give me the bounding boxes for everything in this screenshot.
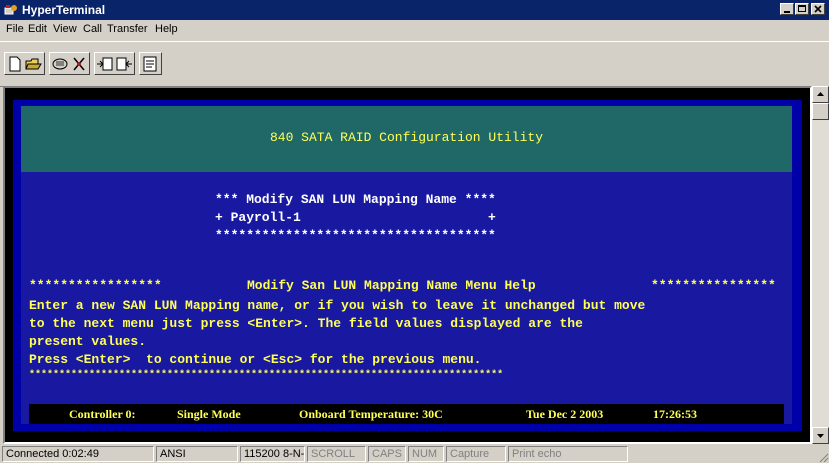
minimize-button[interactable] <box>780 3 794 15</box>
print-echo-indicator: Print echo <box>508 446 628 462</box>
vertical-scrollbar[interactable] <box>812 86 829 444</box>
properties-icon <box>143 56 157 72</box>
num-indicator: NUM <box>408 446 444 462</box>
scroll-indicator: SCROLL <box>307 446 366 462</box>
help-header-right: **************** <box>651 278 776 293</box>
help-line: Enter a new SAN LUN Mapping name, or if … <box>29 298 646 313</box>
send-button[interactable] <box>95 55 115 73</box>
new-button[interactable] <box>5 55 25 73</box>
help-header-left: ***************** <box>29 278 162 293</box>
menu-help[interactable]: Help <box>155 23 178 35</box>
close-button[interactable] <box>811 3 825 15</box>
toolbar-group-transfer <box>94 52 135 75</box>
help-line: to the next menu just press <Enter>. The… <box>29 316 583 331</box>
connect-icon <box>52 58 68 70</box>
minimize-icon <box>784 11 790 13</box>
hyperterminal-icon <box>4 5 17 15</box>
maximize-button[interactable] <box>795 3 809 15</box>
box-bottom-line: ************************************ <box>215 228 496 243</box>
banner-title: 840 SATA RAID Configuration Utility <box>269 130 544 145</box>
scroll-up-button[interactable] <box>812 86 829 103</box>
close-icon <box>814 5 822 13</box>
status-time: 17:26:53 <box>653 407 697 421</box>
toolbar-group-call <box>49 52 90 75</box>
help-separator: ****************************************… <box>29 370 504 381</box>
connect-button[interactable] <box>50 55 70 73</box>
menu-edit[interactable]: Edit <box>28 23 47 35</box>
capture-indicator: Capture <box>446 446 506 462</box>
arrow-up-icon <box>817 92 824 96</box>
controller-label: Controller 0: <box>69 407 136 421</box>
caps-indicator: CAPS <box>368 446 406 462</box>
receive-icon <box>116 57 132 71</box>
help-header-title: Modify San LUN Mapping Name Menu Help <box>247 278 536 293</box>
arrow-down-icon <box>817 434 824 438</box>
terminal-content: 840 SATA RAID Configuration Utility *** … <box>21 106 792 424</box>
scroll-down-button[interactable] <box>812 427 829 444</box>
title-bar: HyperTerminal <box>0 0 829 20</box>
toolbar <box>0 41 829 87</box>
lun-name-field[interactable]: + Payroll-1 + <box>215 210 496 225</box>
resize-grip-icon[interactable] <box>817 451 829 463</box>
controller-status-bar: Controller 0: Single Mode Onboard Temper… <box>29 404 784 424</box>
utility-banner: 840 SATA RAID Configuration Utility <box>21 106 792 172</box>
menu-bar: File Edit View Call Transfer Help <box>0 20 829 40</box>
toolbar-group-properties <box>139 52 162 75</box>
menu-transfer[interactable]: Transfer <box>107 23 148 35</box>
receive-button[interactable] <box>114 55 134 73</box>
terminal-screen[interactable]: 840 SATA RAID Configuration Utility *** … <box>13 100 802 431</box>
toolbar-group-file <box>4 52 45 75</box>
menu-file[interactable]: File <box>6 23 24 35</box>
connection-time: Connected 0:02:49 <box>2 446 154 462</box>
window-title: HyperTerminal <box>22 3 106 17</box>
open-button[interactable] <box>24 55 44 73</box>
scroll-thumb[interactable] <box>812 103 829 120</box>
status-date: Tue Dec 2 2003 <box>526 407 604 421</box>
new-icon <box>9 56 21 72</box>
disconnect-icon <box>73 57 85 71</box>
help-line: Press <Enter> to continue or <Esc> for t… <box>29 352 482 367</box>
open-icon <box>25 58 42 70</box>
maximize-icon <box>798 5 806 12</box>
box-title-line: *** Modify SAN LUN Mapping Name **** <box>215 192 496 207</box>
menu-call[interactable]: Call <box>83 23 102 35</box>
menu-view[interactable]: View <box>53 23 77 35</box>
port-settings: 115200 8-N-1 <box>240 446 305 462</box>
terminal-window[interactable]: 840 SATA RAID Configuration Utility *** … <box>3 86 812 444</box>
disconnect-button[interactable] <box>69 55 89 73</box>
send-icon <box>97 57 113 71</box>
onboard-temperature: Onboard Temperature: 30C <box>299 407 443 421</box>
properties-button[interactable] <box>140 55 160 73</box>
emulation-type: ANSI <box>156 446 238 462</box>
controller-mode: Single Mode <box>177 407 241 421</box>
help-line: present values. <box>29 334 147 349</box>
status-bar: Connected 0:02:49 ANSI 115200 8-N-1 SCRO… <box>0 445 829 463</box>
